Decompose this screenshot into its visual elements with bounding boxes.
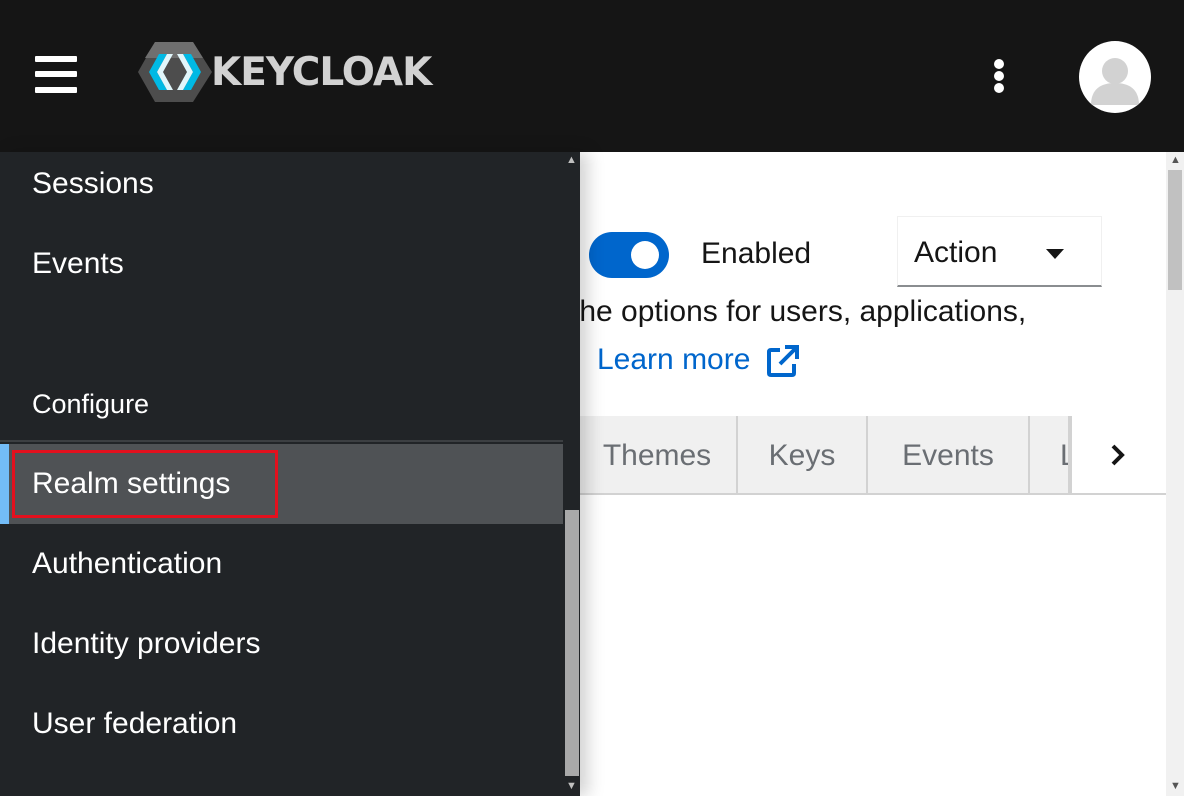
sidebar-item-label: Events bbox=[32, 247, 124, 280]
masthead: KEYCLOAK bbox=[0, 0, 1184, 152]
sidebar-item-user-federation[interactable]: User federation bbox=[0, 684, 563, 764]
highlight-annotation bbox=[12, 450, 278, 518]
scrollbar-thumb[interactable] bbox=[1168, 170, 1182, 290]
scroll-down-icon[interactable]: ▼ bbox=[566, 780, 577, 792]
action-dropdown[interactable]: Action bbox=[897, 216, 1102, 287]
scrollbar-thumb[interactable] bbox=[565, 510, 579, 776]
sidebar-item-label: Authentication bbox=[32, 547, 223, 580]
action-dropdown-label: Action bbox=[914, 236, 998, 269]
sidebar-nav: Sessions Events Configure Realm settings… bbox=[0, 152, 580, 796]
brand-wordmark: KEYCLOAK bbox=[211, 50, 432, 95]
tab-label: Themes bbox=[602, 439, 712, 472]
user-avatar[interactable] bbox=[1079, 41, 1151, 113]
sidebar-divider bbox=[0, 440, 563, 442]
chevron-right-icon bbox=[1111, 444, 1125, 466]
tab-events[interactable]: Events bbox=[868, 416, 1030, 493]
toggle-knob bbox=[631, 241, 659, 269]
tab-themes[interactable]: Themes bbox=[580, 416, 738, 493]
keycloak-logo[interactable]: KEYCLOAK bbox=[137, 40, 457, 104]
keycloak-hexagon-icon bbox=[138, 42, 212, 102]
tab-keys[interactable]: Keys bbox=[738, 416, 868, 493]
sidebar-section-configure: Configure bbox=[32, 389, 150, 419]
sidebar-item-identity-providers[interactable]: Identity providers bbox=[0, 604, 563, 684]
scroll-down-icon[interactable]: ▼ bbox=[1170, 780, 1181, 792]
sidebar-item-authentication[interactable]: Authentication bbox=[0, 524, 563, 604]
sidebar-item-label: Identity providers bbox=[32, 627, 261, 660]
main-content: Enabled Action l the options for users, … bbox=[580, 152, 1166, 796]
hamburger-menu-icon[interactable] bbox=[35, 56, 79, 94]
tab-partial[interactable]: L bbox=[1030, 416, 1070, 493]
sidebar-item-events[interactable]: Events bbox=[0, 224, 563, 304]
main-scrollbar[interactable]: ▲ ▼ bbox=[1166, 152, 1184, 796]
enabled-toggle[interactable] bbox=[589, 232, 669, 278]
scroll-up-icon[interactable]: ▲ bbox=[1170, 154, 1181, 166]
user-icon bbox=[1091, 58, 1139, 105]
kebab-menu-icon[interactable] bbox=[983, 56, 1015, 96]
tab-label: Events bbox=[902, 439, 994, 472]
sidebar-item-sessions[interactable]: Sessions bbox=[0, 144, 563, 224]
tab-label: L bbox=[1060, 439, 1068, 472]
sidebar-item-label: User federation bbox=[32, 707, 238, 740]
page-description: l the options for users, applications, bbox=[580, 295, 1027, 328]
enabled-label: Enabled bbox=[701, 237, 812, 270]
scroll-up-icon[interactable]: ▲ bbox=[566, 154, 577, 166]
learn-more-link[interactable]: Learn more bbox=[597, 342, 750, 378]
tab-label: Keys bbox=[768, 439, 836, 472]
external-link-icon[interactable] bbox=[766, 344, 800, 378]
settings-tabs: Themes Keys Events L bbox=[580, 416, 1166, 495]
sidebar-item-label: Sessions bbox=[32, 167, 154, 200]
caret-down-icon bbox=[1046, 249, 1064, 259]
active-indicator bbox=[0, 444, 9, 524]
sidebar-scrollbar[interactable]: ▲ ▼ bbox=[563, 152, 580, 796]
tabs-scroll-right-button[interactable] bbox=[1070, 416, 1166, 493]
